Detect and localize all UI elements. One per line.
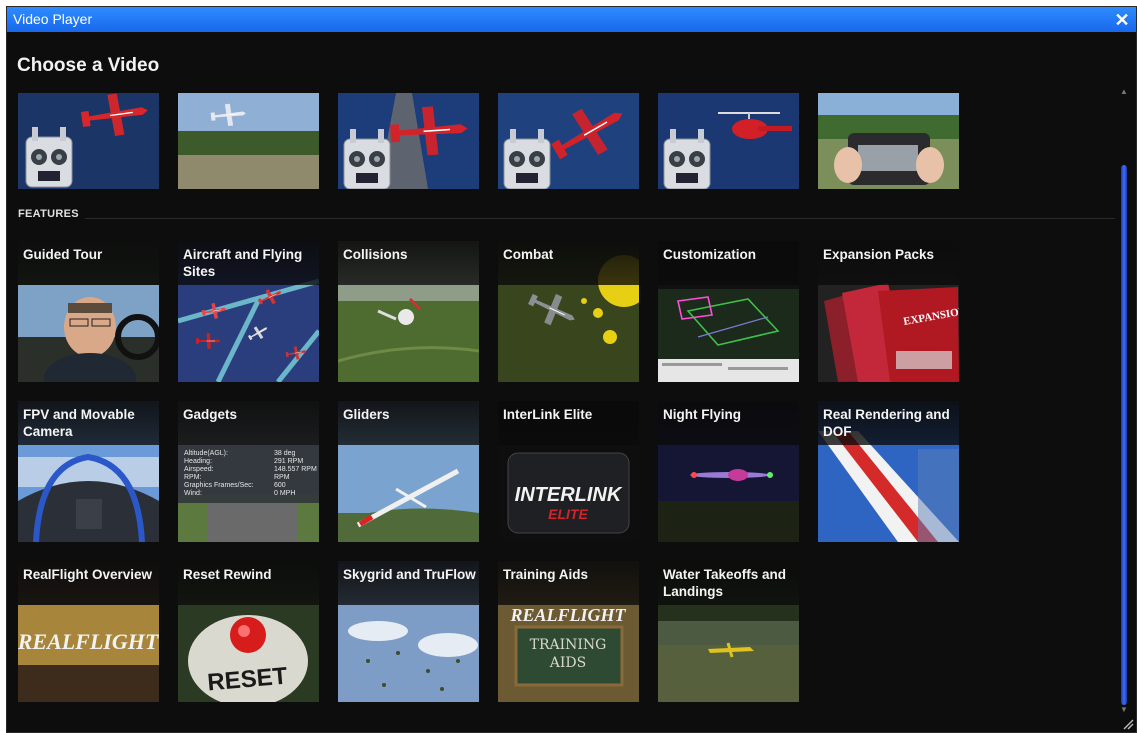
window-title: Video Player bbox=[13, 11, 93, 27]
feature-tile-skygrid-and-truflow[interactable]: Skygrid and TruFlow bbox=[338, 561, 479, 702]
svg-text:AIDS: AIDS bbox=[549, 655, 586, 671]
svg-text:REALFLIGHT: REALFLIGHT bbox=[509, 605, 626, 625]
thumbnail-image bbox=[658, 93, 799, 189]
feature-label: Water Takeoffs and Landings bbox=[663, 567, 787, 599]
feature-tile-water-takeoffs-and-landings[interactable]: Water Takeoffs and Landings bbox=[658, 561, 799, 702]
svg-text:38 deg: 38 deg bbox=[274, 450, 296, 457]
feature-label: Skygrid and TruFlow bbox=[343, 567, 476, 582]
feature-label: RealFlight Overview bbox=[23, 567, 153, 582]
scroll-down-arrow[interactable]: ▼ bbox=[1119, 705, 1129, 715]
video-thumbnail-plane-taking-off-field[interactable] bbox=[178, 93, 319, 189]
svg-text:Heading:: Heading: bbox=[184, 458, 212, 465]
feature-tile-training-aids[interactable]: REALFLIGHT TRAINING AIDS Training Aids bbox=[498, 561, 639, 702]
feature-label: Guided Tour bbox=[23, 247, 103, 262]
svg-text:ELITE: ELITE bbox=[548, 506, 588, 522]
thumbnail-image bbox=[178, 93, 319, 189]
feature-tile-gliders[interactable]: Gliders bbox=[338, 401, 479, 542]
feature-tile-real-rendering-and-dof[interactable]: Real Rendering and DOF bbox=[818, 401, 959, 542]
video-thumbnail-transmitter-plane-banking[interactable] bbox=[498, 93, 639, 189]
feature-label: Night Flying bbox=[663, 407, 741, 422]
video-player-window: Video Player ✕ Choose a Video FEATURES G… bbox=[6, 6, 1137, 733]
feature-tile-reset-rewind[interactable]: RESET Reset Rewind bbox=[178, 561, 319, 702]
svg-text:148.557 RPM: 148.557 RPM bbox=[274, 466, 317, 473]
feature-tile-interlink-elite[interactable]: INTERLINK ELITE InterLink Elite bbox=[498, 401, 639, 542]
title-bar[interactable]: Video Player ✕ bbox=[7, 7, 1136, 32]
svg-text:TRAINING: TRAINING bbox=[530, 637, 607, 653]
scroll-thumb[interactable] bbox=[1121, 165, 1127, 705]
svg-text:Wind:: Wind: bbox=[184, 490, 202, 497]
thumbnail-image bbox=[498, 93, 639, 189]
feature-label: FPV and Movable Camera bbox=[23, 407, 135, 439]
feature-label: Real Rendering and DOF bbox=[823, 407, 950, 439]
feature-label: Gliders bbox=[343, 407, 390, 422]
page-title: Choose a Video bbox=[17, 55, 160, 76]
svg-text:REALFLIGHT: REALFLIGHT bbox=[18, 629, 159, 654]
feature-label: Customization bbox=[663, 247, 756, 262]
scroll-up-arrow[interactable]: ▲ bbox=[1119, 87, 1129, 97]
vertical-scrollbar[interactable]: ▲ ▼ bbox=[1119, 87, 1129, 715]
feature-tile-expansion-packs[interactable]: EXPANSION PACK Expansion Packs bbox=[818, 241, 959, 382]
svg-text:Graphics Frames/Sec:: Graphics Frames/Sec: bbox=[184, 482, 254, 489]
thumbnail-image bbox=[18, 93, 159, 189]
svg-text:Altitude(AGL):: Altitude(AGL): bbox=[184, 450, 228, 457]
feature-label: Training Aids bbox=[503, 567, 589, 582]
feature-tile-night-flying[interactable]: Night Flying bbox=[658, 401, 799, 542]
resize-grip-icon[interactable] bbox=[1122, 718, 1134, 730]
svg-text:INTERLINK: INTERLINK bbox=[515, 484, 623, 506]
svg-text:RPM: RPM bbox=[274, 474, 290, 481]
feature-tile-combat[interactable]: Combat bbox=[498, 241, 639, 382]
feature-tile-realflight-overview[interactable]: REALFLIGHT RealFlight Overview bbox=[18, 561, 159, 702]
feature-label: Reset Rewind bbox=[183, 567, 272, 582]
video-thumbnail-hands-on-transmitter[interactable] bbox=[818, 93, 959, 189]
feature-label: Collisions bbox=[343, 247, 408, 262]
thumbnail-image bbox=[818, 93, 959, 189]
svg-text:RPM:: RPM: bbox=[184, 474, 202, 481]
thumbnail-image bbox=[338, 93, 479, 189]
svg-text:Airspeed:: Airspeed: bbox=[184, 466, 214, 473]
feature-label: Combat bbox=[503, 247, 554, 262]
feature-tile-collisions[interactable]: Collisions bbox=[338, 241, 479, 382]
feature-tile-customization[interactable]: Customization bbox=[658, 241, 799, 382]
video-thumbnail-transmitter-plane-flying[interactable] bbox=[18, 93, 159, 189]
section-divider bbox=[85, 218, 1115, 219]
feature-tile-aircraft-and-flying-sites[interactable]: Aircraft and Flying Sites bbox=[178, 241, 319, 382]
feature-label: InterLink Elite bbox=[503, 407, 593, 422]
feature-label: Expansion Packs bbox=[823, 247, 935, 262]
feature-tile-guided-tour[interactable]: Guided Tour bbox=[18, 241, 159, 382]
close-button[interactable]: ✕ bbox=[1112, 10, 1132, 30]
video-thumbnail-transmitter-helicopter[interactable] bbox=[658, 93, 799, 189]
feature-label: Gadgets bbox=[183, 407, 238, 422]
feature-label: Aircraft and Flying Sites bbox=[183, 247, 303, 279]
feature-tile-gadgets[interactable]: Altitude(AGL): Heading: Airspeed: RPM: Graph… bbox=[178, 401, 319, 542]
video-thumbnail-transmitter-plane-runway[interactable] bbox=[338, 93, 479, 189]
svg-text:600: 600 bbox=[274, 482, 286, 489]
feature-tile-fpv-and-movable-camera[interactable]: FPV and Movable Camera bbox=[18, 401, 159, 542]
svg-text:291 RPM: 291 RPM bbox=[274, 458, 303, 465]
close-icon: ✕ bbox=[1114, 10, 1130, 30]
svg-text:0 MPH: 0 MPH bbox=[274, 490, 295, 497]
features-section-label: FEATURES bbox=[18, 208, 79, 220]
